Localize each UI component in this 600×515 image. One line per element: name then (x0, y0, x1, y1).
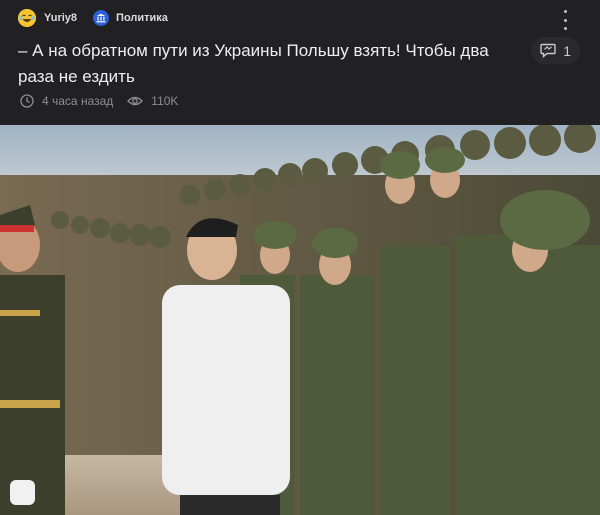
government-building-icon[interactable] (93, 10, 110, 26)
eye-icon (127, 96, 144, 106)
category-link[interactable]: Политика (116, 12, 168, 24)
post-photo[interactable] (0, 125, 600, 515)
comments-button[interactable]: 1 (531, 37, 580, 64)
comments-count: 1 (563, 42, 571, 59)
post-title[interactable]: – А на обратном пути из Украины Польшу в… (18, 38, 523, 90)
author-avatar[interactable] (18, 9, 36, 27)
post-header: Yuriy8 Политика (18, 8, 168, 28)
post-views: 110K (151, 94, 179, 108)
laughing-emoji-icon (18, 9, 36, 27)
post-time: 4 часа назад (42, 94, 114, 108)
post-meta: 4 часа назад 110K (20, 92, 178, 110)
clock-icon (20, 94, 34, 108)
comment-bubble-icon (540, 43, 556, 58)
post-card: Yuriy8 Политика – А на обратном пути из … (0, 0, 600, 515)
author-name[interactable]: Yuriy8 (44, 12, 77, 24)
more-vertical-icon[interactable] (557, 10, 573, 30)
